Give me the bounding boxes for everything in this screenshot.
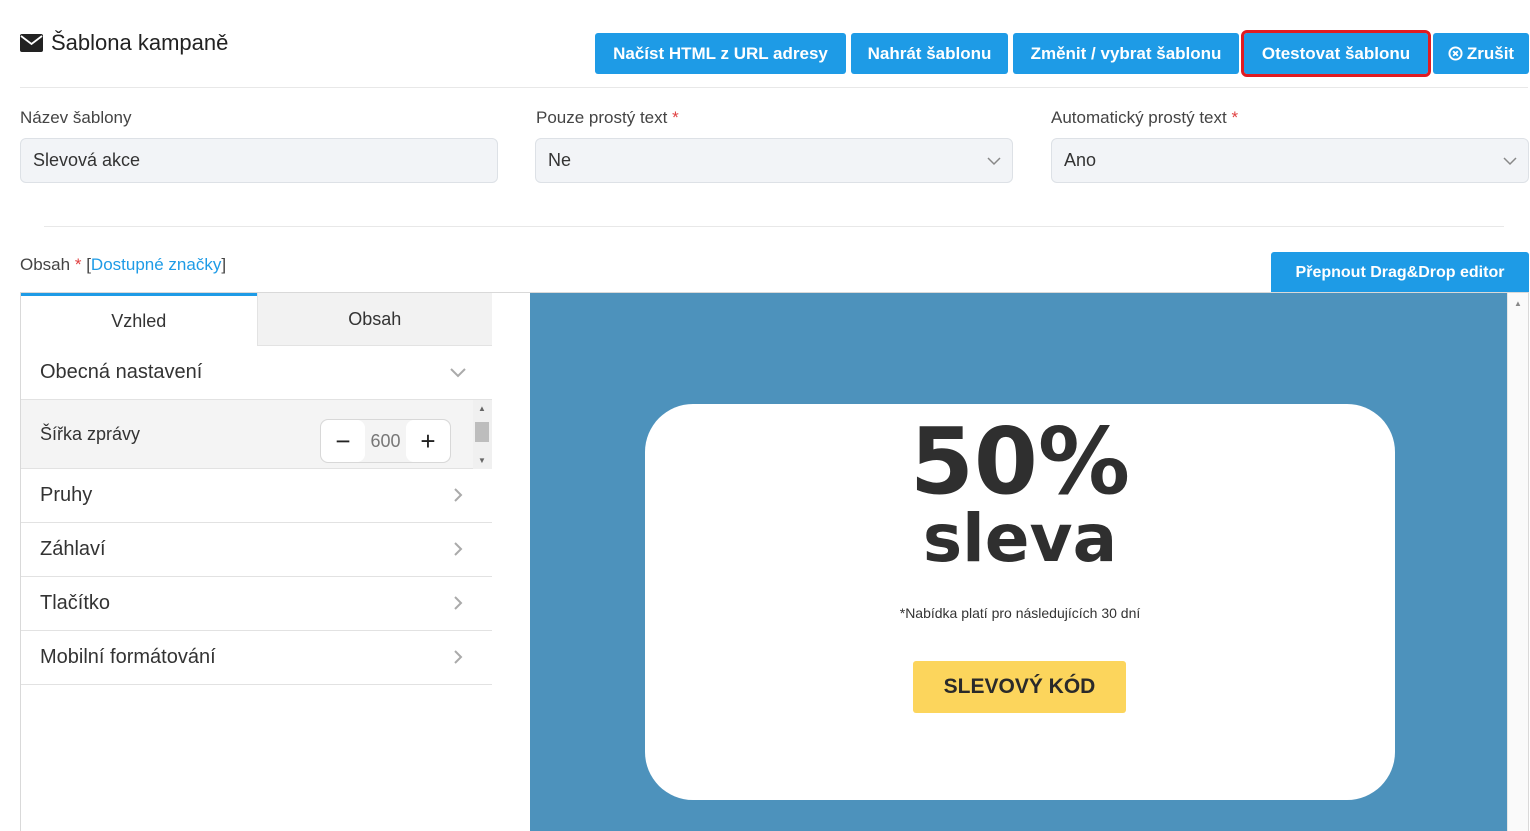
close-circle-icon [1448,46,1463,61]
auto-plain-text-label-text: Automatický prostý text [1051,108,1227,127]
content-label: Obsah * [Dostupné značky] [20,255,226,275]
plain-text-select[interactable]: Ne [535,138,1013,183]
accordion-header-label: Záhlaví [40,538,106,560]
message-width-stepper: − 600 + [320,419,451,463]
envelope-icon [20,34,43,52]
scroll-up-icon: ▲ [1514,299,1522,308]
scroll-up-icon: ▲ [478,404,486,413]
template-name-value: Slevová akce [33,150,141,170]
chevron-down-icon [1503,157,1517,166]
accordion-button[interactable]: Tlačítko [21,577,492,631]
chevron-right-icon [454,650,463,664]
auto-plain-text-select[interactable]: Ano [1051,138,1529,183]
required-mark: * [1231,108,1239,127]
chevron-right-icon [454,596,463,610]
template-name-label: Název šablony [20,108,132,128]
load-html-url-button[interactable]: Načíst HTML z URL adresy [595,33,846,74]
form-divider [44,226,1504,227]
required-mark: * [74,255,82,274]
message-width-row: Šířka zprávy − 600 + ▲ ▼ [21,400,492,469]
cancel-button-label: Zrušit [1466,43,1515,63]
content-label-text: Obsah [20,255,71,274]
test-template-button[interactable]: Otestovat šablonu [1241,30,1431,77]
accordion-stripes[interactable]: Pruhy [21,469,492,523]
plain-text-label-text: Pouze prostý text [536,108,668,127]
discount-code-button[interactable]: SLEVOVÝ KÓD [913,661,1126,713]
accordion-header[interactable]: Záhlaví [21,523,492,577]
change-template-button[interactable]: Změnit / vybrat šablonu [1013,33,1239,74]
required-mark: * [672,108,679,127]
plain-text-value: Ne [548,150,572,170]
decrease-width-button[interactable]: − [321,420,365,462]
upload-template-button[interactable]: Nahrát šablonu [851,33,1008,74]
page-title: Šablona kampaně [20,30,228,56]
toggle-dragdrop-editor-button[interactable]: Přepnout Drag&Drop editor [1271,252,1529,293]
discount-heading: sleva [922,500,1118,577]
preview-card[interactable]: 50% sleva *Nabídka platí pro následující… [645,404,1395,800]
header-divider [20,87,1528,88]
increase-width-button[interactable]: + [406,420,450,462]
template-editor: Vzhled Obsah Obecná nastavení Šířka zprá… [20,292,1529,831]
scroll-down-icon: ▼ [478,456,486,465]
discount-percent: 50% [909,408,1131,515]
chevron-down-icon [450,368,466,378]
message-width-label: Šířka zprávy [40,423,141,444]
tab-content[interactable]: Obsah [256,293,492,346]
chevron-right-icon [454,488,463,502]
auto-plain-text-label: Automatický prostý text * [1051,108,1238,128]
settings-scrollbar[interactable]: ▲ ▼ [473,400,492,469]
message-width-value[interactable]: 600 [365,431,406,452]
scrollbar-thumb[interactable] [475,422,489,442]
accordion-button-label: Tlačítko [40,592,111,614]
accordion-stripes-label: Pruhy [40,484,93,506]
template-name-label-text: Název šablony [20,108,132,127]
accordion-general-settings-label: Obecná nastavení [40,361,203,383]
offer-note: *Nabídka platí pro následujících 30 dní [899,605,1141,621]
chevron-right-icon [454,542,463,556]
auto-plain-text-value: Ano [1064,150,1097,170]
preview-scrollbar[interactable]: ▲ [1507,293,1528,831]
accordion-mobile-formatting-label: Mobilní formátování [40,646,216,668]
available-tags-link[interactable]: Dostupné značky [91,255,221,274]
accordion-mobile-formatting[interactable]: Mobilní formátování [21,631,492,685]
chevron-down-icon [987,157,1001,166]
plain-text-label: Pouze prostý text * [536,108,679,128]
page-title-text: Šablona kampaně [51,30,229,55]
editor-settings-panel: Vzhled Obsah Obecná nastavení Šířka zprá… [21,293,492,831]
email-preview: 50% sleva *Nabídka platí pro následující… [530,293,1508,831]
template-name-input[interactable]: Slevová akce [20,138,498,183]
editor-tabs: Vzhled Obsah [21,293,492,346]
tab-appearance[interactable]: Vzhled [21,293,257,346]
bracket-close: ] [221,255,227,274]
accordion-general-settings[interactable]: Obecná nastavení [21,346,492,400]
cancel-button[interactable]: Zrušit [1433,33,1529,74]
